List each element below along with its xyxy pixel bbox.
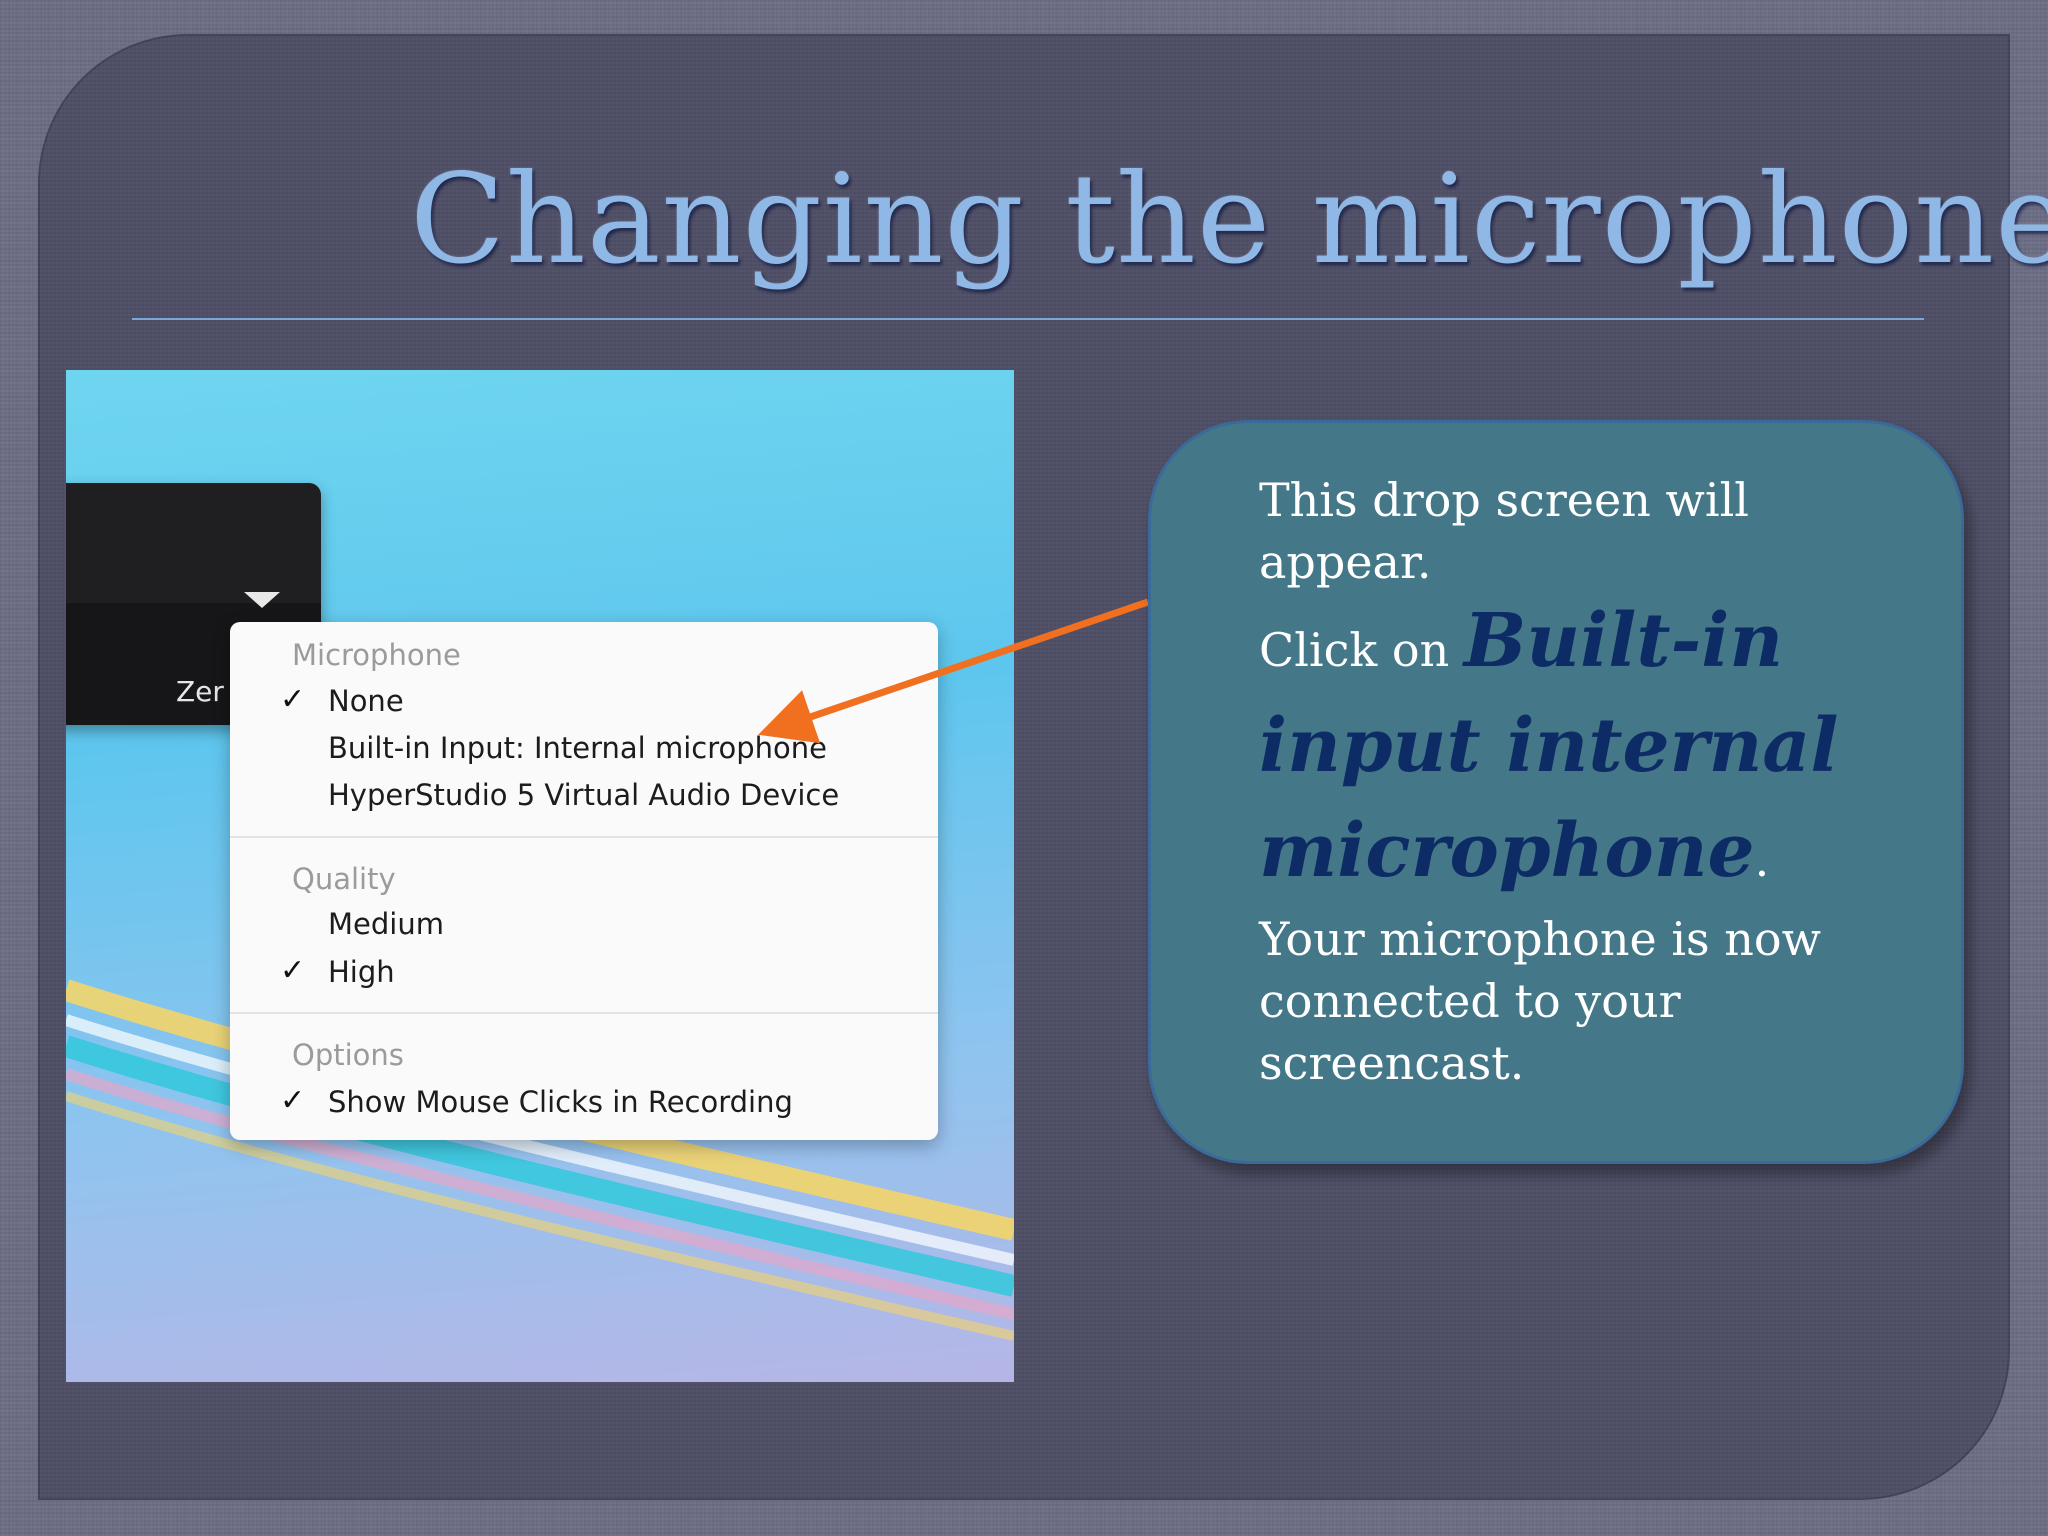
callout-line-connected: Your microphone is now connected to your… xyxy=(1259,912,1821,1090)
callout-line-appear: This drop screen will appear. xyxy=(1259,473,1750,589)
callout-line-click: Click on Built-in input internal microph… xyxy=(1259,593,1899,908)
instruction-callout: This drop screen will appear. Click on B… xyxy=(1148,420,1964,1164)
callout-click-prefix: Click on xyxy=(1259,623,1464,677)
callout-text: This drop screen will appear. Click on B… xyxy=(1259,469,1899,1094)
callout-click-suffix: . xyxy=(1754,833,1770,887)
